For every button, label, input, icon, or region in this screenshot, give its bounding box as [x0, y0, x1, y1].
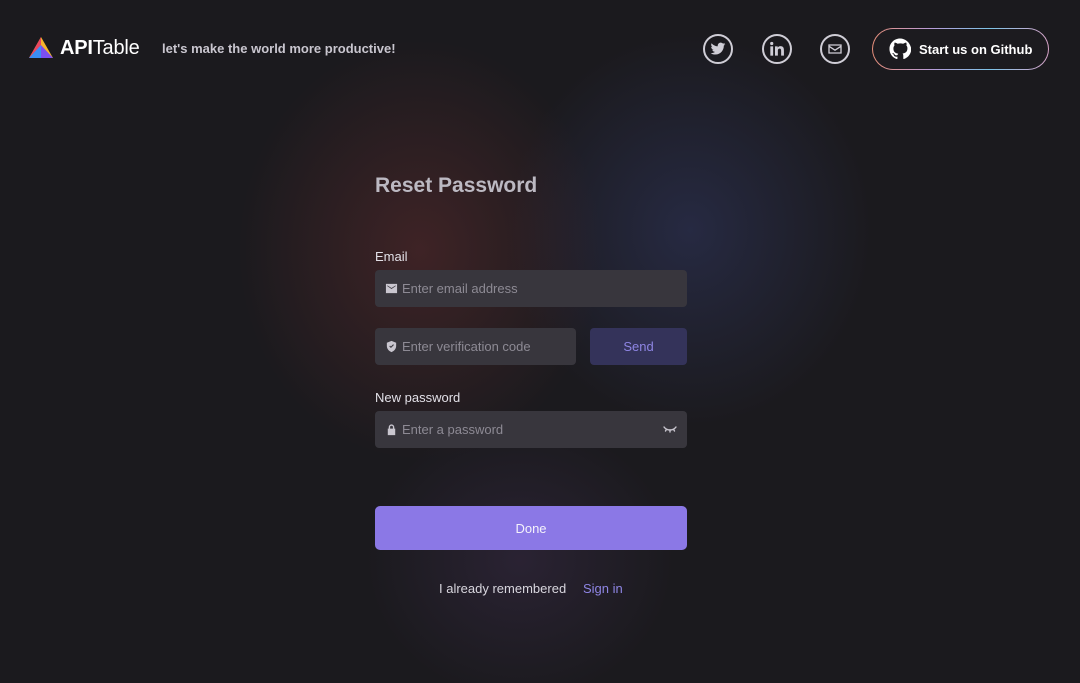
- logo[interactable]: APITable: [28, 36, 140, 60]
- send-code-button[interactable]: Send: [590, 328, 687, 365]
- github-star-label: Start us on Github: [919, 41, 1033, 57]
- lock-icon: [385, 423, 398, 436]
- github-star-button[interactable]: Start us on Github: [872, 28, 1049, 70]
- mail-icon: [828, 44, 842, 54]
- shield-icon: [385, 340, 398, 353]
- verification-code-input[interactable]: [402, 339, 562, 354]
- closed-eye-icon[interactable]: [663, 423, 677, 435]
- twitter-link[interactable]: [703, 34, 733, 64]
- page: APITable let's make the world more produ…: [0, 0, 1080, 683]
- new-password-input[interactable]: [402, 422, 642, 437]
- new-password-field[interactable]: [375, 411, 687, 448]
- linkedin-link[interactable]: [762, 34, 792, 64]
- github-icon: [889, 38, 911, 60]
- twitter-icon: [710, 42, 726, 55]
- email-label: Email: [375, 249, 408, 264]
- new-password-label: New password: [375, 390, 461, 405]
- email-input[interactable]: [402, 281, 642, 296]
- verification-code-field[interactable]: [375, 328, 576, 365]
- brand-name: APITable: [60, 36, 140, 59]
- github-star-button-inner: Start us on Github: [873, 29, 1048, 69]
- envelope-icon: [385, 282, 398, 295]
- linkedin-icon: [770, 41, 784, 56]
- sign-in-link[interactable]: Sign in: [583, 581, 623, 596]
- done-button[interactable]: Done: [375, 506, 687, 550]
- already-remembered-text: I already remembered: [439, 581, 567, 596]
- email-field[interactable]: [375, 270, 687, 307]
- tagline: let's make the world more productive!: [162, 41, 396, 56]
- page-title: Reset Password: [375, 174, 538, 197]
- apitable-logo-icon: [29, 37, 53, 58]
- email-link[interactable]: [820, 34, 850, 64]
